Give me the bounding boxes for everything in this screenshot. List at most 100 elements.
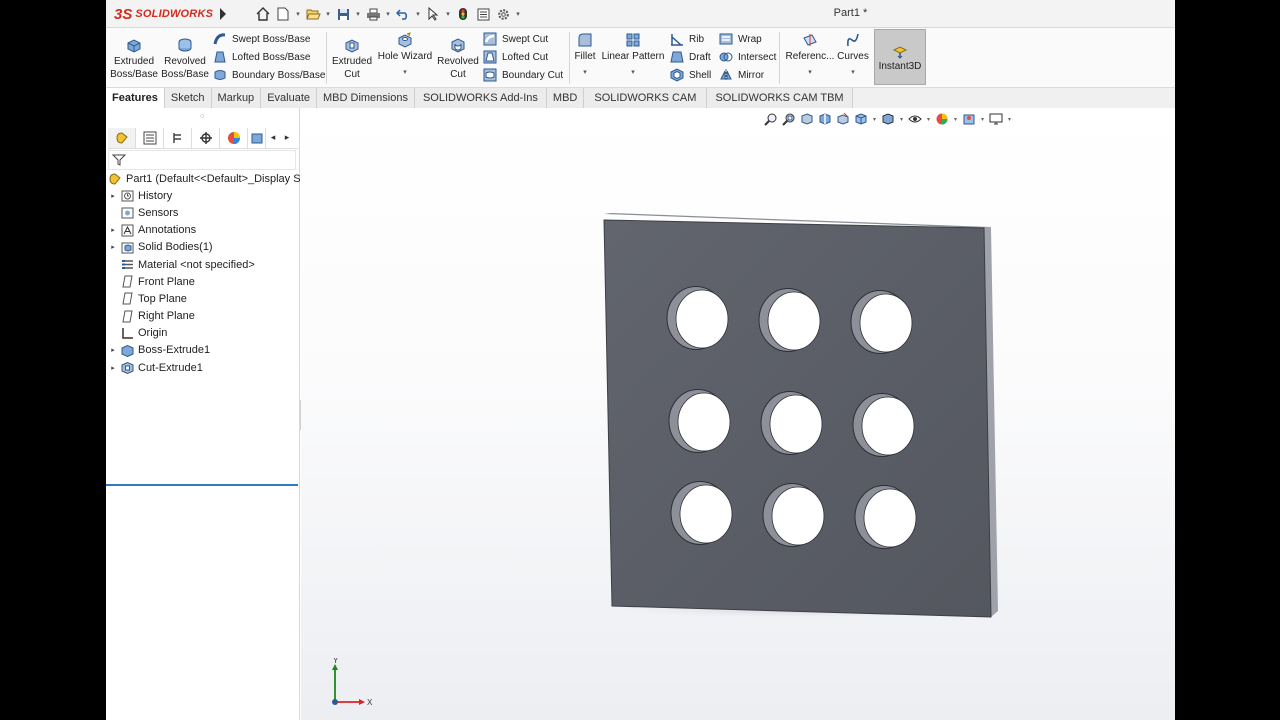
rollback-bar[interactable] xyxy=(106,484,298,486)
tab-mbd-dimensions[interactable]: MBD Dimensions xyxy=(317,88,415,108)
hole-wizard-dropdown-icon[interactable]: ▾ xyxy=(403,66,407,79)
extruded-boss-button[interactable]: Extruded Boss/Base xyxy=(110,36,158,81)
boundary-cut-button[interactable]: Boundary Cut xyxy=(482,66,563,84)
reference-triad: Y X xyxy=(332,658,373,707)
annotations-icon xyxy=(120,223,134,237)
draft-label: Draft xyxy=(689,51,711,63)
lofted-boss-label: Lofted Boss/Base xyxy=(232,51,311,63)
extruded-cut-button[interactable]: Extruded Cut xyxy=(328,36,376,81)
tab-scroll-left-icon[interactable]: ◂ xyxy=(266,128,280,148)
hole-wizard-button[interactable]: Hole Wizard ▾ xyxy=(376,31,434,79)
tree-item-label: Front Plane xyxy=(138,275,195,288)
revolved-cut-button[interactable]: Revolved Cut xyxy=(434,36,482,81)
graphics-area[interactable]: ▾ ▾ ▾ ▾ ▾ ▾ Y X xyxy=(301,108,1175,720)
expand-arrow-icon[interactable]: ▸ xyxy=(106,364,120,372)
swept-boss-label: Swept Boss/Base xyxy=(232,33,311,45)
tab-features[interactable]: Features xyxy=(106,88,165,108)
propertymanager-tab-icon[interactable] xyxy=(136,127,164,148)
lofted-cut-button[interactable]: Lofted Cut xyxy=(482,48,548,66)
features-ribbon: Extruded Boss/Base Revolved Boss/Base Sw… xyxy=(106,28,1175,88)
instant3d-icon xyxy=(890,43,910,61)
tab-solidworks-cam-tbm[interactable]: SOLIDWORKS CAM TBM xyxy=(707,88,853,108)
origin-icon xyxy=(120,326,134,340)
reference-geometry-button[interactable]: Referenc... ▾ xyxy=(782,31,838,79)
revolved-boss-button[interactable]: Revolved Boss/Base xyxy=(161,36,209,81)
boundary-boss-icon xyxy=(212,68,228,82)
tree-item-material[interactable]: Material <not specified> xyxy=(106,256,300,273)
cam-tab-icon[interactable] xyxy=(248,127,266,148)
document-title: Part1 * xyxy=(833,7,868,19)
tree-item-cut-extrude1[interactable]: ▸ Cut-Extrude1 xyxy=(106,359,300,376)
fillet-dropdown-icon[interactable]: ▾ xyxy=(583,66,587,79)
tab-scroll-right-icon[interactable]: ▸ xyxy=(280,128,294,148)
curves-dropdown-icon[interactable]: ▾ xyxy=(851,66,855,79)
featuremanager-tab-icon[interactable] xyxy=(108,127,136,148)
linear-pattern-label: Linear Pattern xyxy=(601,51,665,62)
expand-arrow-icon[interactable]: ▸ xyxy=(106,346,120,354)
linear-pattern-dropdown-icon[interactable]: ▾ xyxy=(631,66,635,79)
intersect-icon xyxy=(718,50,734,64)
swept-boss-button[interactable]: Swept Boss/Base xyxy=(212,30,310,48)
swept-cut-label: Swept Cut xyxy=(502,33,549,45)
feature-tree: Part1 (Default<<Default>_Display S ▸ His… xyxy=(106,170,300,376)
shell-button[interactable]: Shell xyxy=(669,66,711,84)
boundary-cut-icon xyxy=(482,68,498,82)
displaymanager-tab-icon[interactable] xyxy=(220,127,248,148)
tree-item-right-plane[interactable]: Right Plane xyxy=(106,308,300,325)
curves-label: Curves xyxy=(837,51,869,62)
tree-item-origin[interactable]: Origin xyxy=(106,325,300,342)
tree-item-boss-extrude1[interactable]: ▸ Boss-Extrude1 xyxy=(106,342,300,359)
hole-opening xyxy=(767,291,821,351)
instant3d-toggle[interactable]: Instant3D xyxy=(874,29,926,85)
swept-cut-button[interactable]: Swept Cut xyxy=(482,30,548,48)
tab-solidworks-cam[interactable]: SOLIDWORKS CAM xyxy=(584,88,708,108)
tree-item-part1[interactable]: Part1 (Default<<Default>_Display S xyxy=(106,170,300,187)
plane-icon xyxy=(120,275,134,289)
hole-opening xyxy=(859,293,913,353)
tree-item-solid-bodies[interactable]: ▸ Solid Bodies(1) xyxy=(106,239,300,256)
linear-pattern-button[interactable]: Linear Pattern ▾ xyxy=(600,31,666,79)
tree-filter[interactable] xyxy=(108,150,296,170)
panel-grip-icon[interactable]: ○ xyxy=(200,113,204,120)
boundary-boss-button[interactable]: Boundary Boss/Base xyxy=(212,66,325,84)
hole-opening xyxy=(861,396,915,456)
tab-sketch[interactable]: Sketch xyxy=(164,88,212,108)
configurationmanager-tab-icon[interactable] xyxy=(164,127,192,148)
curves-button[interactable]: Curves ▾ xyxy=(836,31,870,79)
tree-item-top-plane[interactable]: Top Plane xyxy=(106,290,300,307)
hole-opening xyxy=(675,289,729,349)
hole-opening xyxy=(679,484,733,544)
tree-item-sensors[interactable]: Sensors xyxy=(106,204,300,221)
tree-item-label: Sensors xyxy=(138,206,179,219)
expand-arrow-icon[interactable]: ▸ xyxy=(106,243,120,251)
lofted-boss-icon xyxy=(212,50,228,64)
revolved-boss-icon xyxy=(175,36,195,54)
part-model-view[interactable] xyxy=(301,108,1175,720)
tree-item-front-plane[interactable]: Front Plane xyxy=(106,273,300,290)
tab-evaluate[interactable]: Evaluate xyxy=(261,88,317,108)
fillet-button[interactable]: Fillet ▾ xyxy=(570,31,600,79)
tab-solidworks-add-ins[interactable]: SOLIDWORKS Add-Ins xyxy=(414,88,547,108)
reference-geometry-dropdown-icon[interactable]: ▾ xyxy=(808,66,812,79)
mirror-button[interactable]: Mirror xyxy=(718,66,764,84)
wrap-button[interactable]: Wrap xyxy=(718,30,762,48)
intersect-button[interactable]: Intersect xyxy=(718,48,776,66)
tree-item-label: History xyxy=(138,189,173,202)
solidworks-window: 3S SOLIDWORKS ▾ ▾ ▾ ▾ ▾ ▾ ▾ Part1 * Extr… xyxy=(106,0,1175,720)
tree-item-label: Solid Bodies(1) xyxy=(138,241,213,254)
expand-arrow-icon[interactable]: ▸ xyxy=(106,226,120,234)
dimxpertmanager-tab-icon[interactable] xyxy=(192,127,220,148)
wrap-label: Wrap xyxy=(738,33,762,45)
lofted-boss-button[interactable]: Lofted Boss/Base xyxy=(212,48,310,66)
tree-item-label: Top Plane xyxy=(138,292,187,305)
expand-arrow-icon[interactable]: ▸ xyxy=(106,192,120,200)
curves-icon xyxy=(843,31,863,49)
command-manager-tabs: Features Sketch Markup Evaluate MBD Dime… xyxy=(106,88,1175,108)
rib-button[interactable]: Rib xyxy=(669,30,704,48)
tree-item-history[interactable]: ▸ History xyxy=(106,187,300,204)
tab-markup[interactable]: Markup xyxy=(211,88,262,108)
feature-manager-panel: ○ ◂ ▸ Part1 (Default<<Default>_Display S… xyxy=(106,108,300,720)
tree-item-annotations[interactable]: ▸ Annotations xyxy=(106,222,300,239)
tab-mbd[interactable]: MBD xyxy=(546,88,585,108)
draft-button[interactable]: Draft xyxy=(669,48,711,66)
